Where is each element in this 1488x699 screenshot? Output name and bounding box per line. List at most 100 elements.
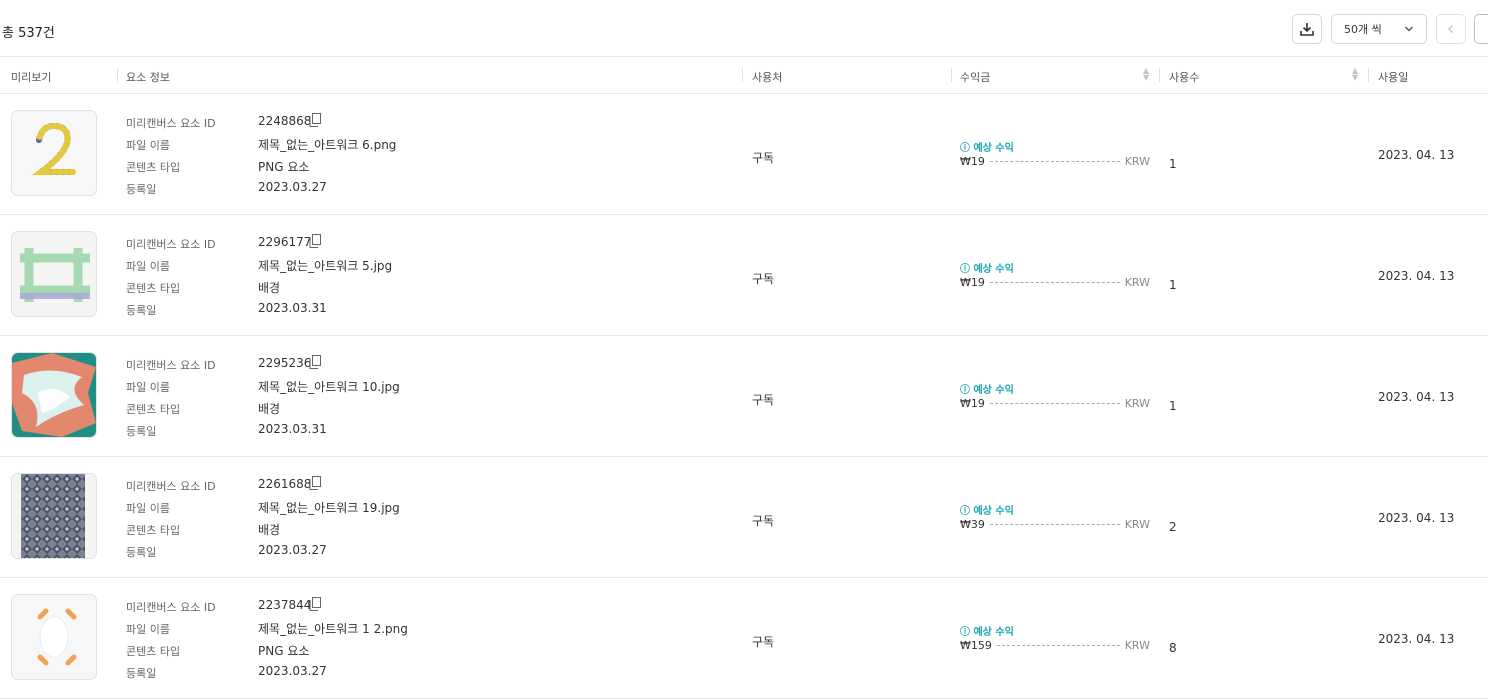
per-page-value: 50개 씩 (1344, 23, 1382, 36)
usage-date-value: 2023. 04. 13 (1378, 148, 1455, 162)
revenue-line: ₩19 KRW (960, 397, 1150, 410)
next-page-button[interactable] (1474, 14, 1488, 44)
element-id-value: 2237844 (258, 598, 312, 612)
file-name-label: 파일 이름 (126, 381, 170, 394)
file-name-value: 제목_없는_아트워크 6.png (258, 138, 397, 152)
copy-icon[interactable] (309, 113, 321, 127)
table-row: 미리캔버스 요소 ID 2295236 파일 이름 제목_없는_아트워크 10.… (0, 336, 1488, 457)
preview-thumbnail[interactable] (11, 110, 97, 196)
currency-label: KRW (1124, 639, 1150, 652)
download-button[interactable] (1292, 14, 1322, 44)
column-divider (117, 68, 118, 82)
dashed-leader (996, 645, 1120, 646)
column-divider (951, 68, 952, 82)
file-name-label: 파일 이름 (126, 623, 170, 636)
file-name-value: 제목_없는_아트워크 1 2.png (258, 622, 408, 636)
preview-thumbnail[interactable] (11, 473, 97, 559)
registered-date: 2023.03.31 (258, 301, 327, 315)
registered-label: 등록일 (126, 546, 157, 559)
preview-thumbnail[interactable] (11, 231, 97, 317)
usage-place-value: 구독 (752, 272, 775, 286)
revenue-amount: ₩159 (960, 639, 992, 652)
artwork-orange-dashes-image (12, 595, 96, 679)
usage-place-value: 구독 (752, 635, 775, 649)
preview-thumbnail[interactable] (11, 352, 97, 438)
toolbar-actions: 50개 씩 (1292, 14, 1488, 44)
expected-revenue-label: ⓘ 예상 수익 (960, 627, 1014, 638)
registered-date: 2023.03.31 (258, 422, 327, 436)
file-name-label: 파일 이름 (126, 260, 170, 273)
file-name-label: 파일 이름 (126, 139, 170, 152)
table-row: 미리캔버스 요소 ID 2237844 파일 이름 제목_없는_아트워크 1 2… (0, 578, 1488, 699)
element-id-label: 미리캔버스 요소 ID (126, 601, 216, 614)
expected-revenue-label: ⓘ 예상 수익 (960, 143, 1014, 154)
table-row: 미리캔버스 요소 ID 2248868 파일 이름 제목_없는_아트워크 6.p… (0, 94, 1488, 215)
sort-icon[interactable]: ▲ ▼ (1143, 67, 1149, 82)
content-type-label: 콘텐츠 타입 (126, 524, 181, 537)
dashed-leader (989, 524, 1120, 525)
table-header: 미리보기 요소 정보 사용처 수익금 ▲ ▼ 사용수 ▲ ▼ 사용일 (0, 57, 1488, 94)
chevron-left-icon (1448, 25, 1453, 33)
copy-icon[interactable] (309, 234, 321, 248)
usage-date-value: 2023. 04. 13 (1378, 390, 1455, 404)
currency-label: KRW (1124, 397, 1150, 410)
element-id-value: 2296177 (258, 235, 312, 249)
element-id-label: 미리캔버스 요소 ID (126, 117, 216, 130)
dashed-leader (989, 282, 1120, 283)
element-id-label: 미리캔버스 요소 ID (126, 480, 216, 493)
revenue-amount: ₩39 (960, 518, 985, 531)
usage-count-value: 1 (1169, 157, 1177, 171)
content-type-label: 콘텐츠 타입 (126, 645, 181, 658)
artwork-square-frame-image (12, 232, 96, 316)
copy-icon[interactable] (309, 597, 321, 611)
copy-icon[interactable] (309, 476, 321, 490)
content-type-value: 배경 (258, 281, 281, 295)
currency-label: KRW (1124, 276, 1150, 289)
copy-icon[interactable] (309, 355, 321, 369)
revenue-amount: ₩19 (960, 397, 985, 410)
file-name-label: 파일 이름 (126, 502, 170, 515)
file-name-value: 제목_없는_아트워크 5.jpg (258, 259, 393, 273)
usage-place-value: 구독 (752, 393, 775, 407)
usage-date-value: 2023. 04. 13 (1378, 511, 1455, 525)
revenue-amount: ₩19 (960, 276, 985, 289)
usage-count-value: 1 (1169, 278, 1177, 292)
revenue-amount: ₩19 (960, 155, 985, 168)
revenue-line: ₩19 KRW (960, 155, 1150, 168)
registered-label: 등록일 (126, 304, 157, 317)
preview-thumbnail[interactable] (11, 594, 97, 680)
usage-place-value: 구독 (752, 514, 775, 528)
table-row: 미리캔버스 요소 ID 2261688 파일 이름 제목_없는_아트워크 19.… (0, 457, 1488, 578)
element-id-value: 2295236 (258, 356, 312, 370)
content-type-label: 콘텐츠 타입 (126, 403, 181, 416)
currency-label: KRW (1124, 155, 1150, 168)
sort-icon[interactable]: ▲ ▼ (1352, 67, 1358, 82)
per-page-select[interactable]: 50개 씩 (1331, 14, 1427, 44)
column-revenue[interactable]: 수익금 (960, 69, 990, 85)
element-id-value: 2261688 (258, 477, 312, 491)
column-element-info: 요소 정보 (126, 71, 170, 84)
column-usage-count[interactable]: 사용수 (1169, 69, 1199, 85)
content-type-value: PNG 요소 (258, 160, 310, 174)
column-divider (742, 68, 743, 82)
file-name-value: 제목_없는_아트워크 19.jpg (258, 501, 400, 515)
registered-date: 2023.03.27 (258, 543, 327, 557)
content-type-value: 배경 (258, 523, 281, 537)
registered-date: 2023.03.27 (258, 180, 327, 194)
revenue-line: ₩19 KRW (960, 276, 1150, 289)
artwork-brush-strokes-image (12, 353, 96, 437)
content-type-value: 배경 (258, 402, 281, 416)
element-id-label: 미리캔버스 요소 ID (126, 238, 216, 251)
usage-place-value: 구독 (752, 151, 775, 165)
expected-revenue-label: ⓘ 예상 수익 (960, 264, 1014, 275)
total-count: 총 537건 (2, 26, 55, 41)
column-usage-place: 사용처 (752, 71, 783, 84)
usage-count-value: 2 (1169, 520, 1177, 534)
table-row: 미리캔버스 요소 ID 2296177 파일 이름 제목_없는_아트워크 5.j… (0, 215, 1488, 336)
artwork-number-two-image (12, 111, 96, 195)
registered-label: 등록일 (126, 667, 157, 680)
registered-label: 등록일 (126, 425, 157, 438)
prev-page-button[interactable] (1436, 14, 1466, 44)
usage-date-value: 2023. 04. 13 (1378, 269, 1455, 283)
element-id-value: 2248868 (258, 114, 312, 128)
